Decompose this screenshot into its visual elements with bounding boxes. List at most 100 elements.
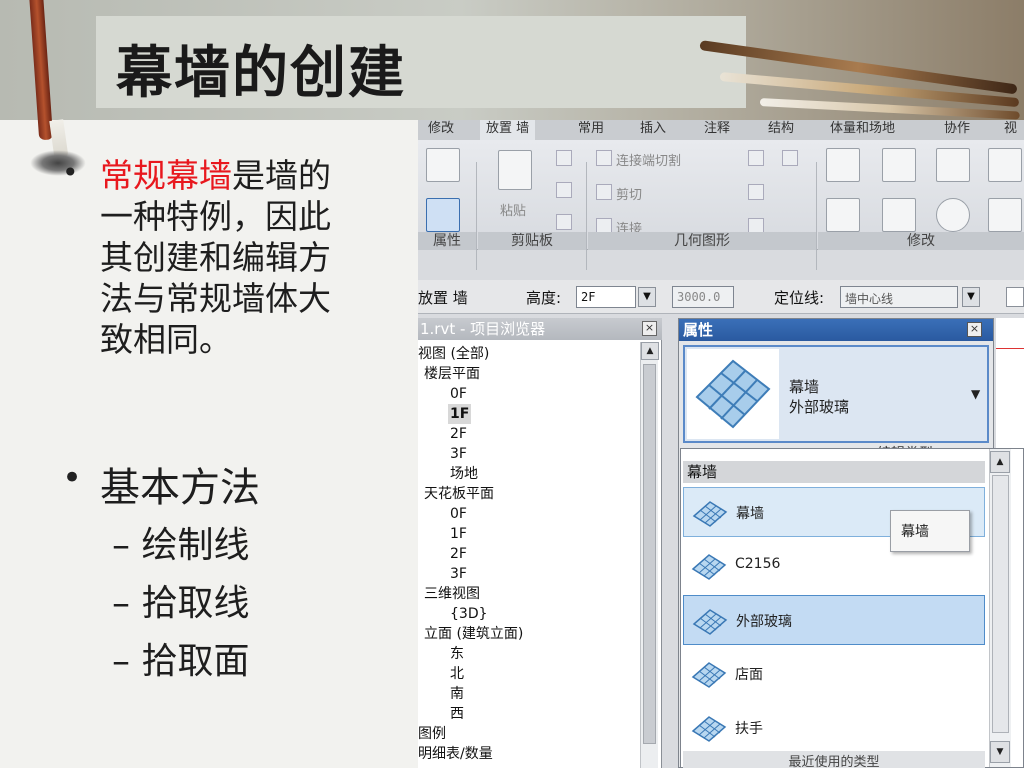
type-label: 外部玻璃 <box>789 398 850 416</box>
options-bar: 放置 墙 高度: 2F ▼ 3000.0 定位线: 墙中心线 ▼ <box>418 280 1024 314</box>
tab-view[interactable]: 视 <box>1004 120 1017 140</box>
align-icon[interactable] <box>826 148 860 182</box>
cut-label[interactable]: 剪切 <box>616 184 642 203</box>
close-icon[interactable]: × <box>642 321 657 336</box>
properties-icon[interactable] <box>426 198 460 232</box>
scroll-down-icon[interactable]: ▼ <box>990 741 1010 763</box>
cut-geometry-icon[interactable] <box>596 184 612 200</box>
scroll-thumb[interactable] <box>992 475 1009 733</box>
tree-node[interactable]: 3F <box>450 444 467 464</box>
tab-structure[interactable]: 结构 <box>768 120 794 140</box>
tab-collaborate[interactable]: 协作 <box>944 120 970 140</box>
type-dropdown-list: 幕墙 幕墙 C2156 外部玻璃 店面 扶手 最近使用的类型 ▲ ▼ <box>680 448 1024 768</box>
revit-screenshot: 修改 放置 墙 常用 插入 注释 结构 体量和场地 协作 视 粘贴 连接端切割 … <box>418 120 1024 768</box>
curtain-wall-icon <box>691 662 727 688</box>
join-cut-label[interactable]: 连接端切割 <box>616 150 681 169</box>
dropdown-group-header: 幕墙 <box>683 461 985 483</box>
curtain-wall-icon <box>692 609 728 635</box>
tab-home[interactable]: 常用 <box>578 120 604 140</box>
location-line-select[interactable]: 墙中心线 <box>840 286 958 308</box>
tree-node[interactable]: 明细表/数量 <box>418 744 493 764</box>
tab-place-wall[interactable]: 放置 墙 <box>480 120 536 140</box>
tree-node[interactable]: {3D} <box>450 604 488 624</box>
geometry-tool-icon[interactable] <box>748 184 764 200</box>
tree-node[interactable]: 立面 (建筑立面) <box>424 624 523 644</box>
dropdown-item-label: 店面 <box>735 667 763 683</box>
type-properties-icon[interactable] <box>426 148 460 182</box>
family-name: 幕墙 <box>789 378 820 396</box>
curtain-wall-icon <box>692 501 728 527</box>
tree-node[interactable]: 3F <box>450 564 467 584</box>
rotate-icon[interactable] <box>936 198 970 232</box>
project-browser: 1.rvt - 项目浏览器 × 视图 (全部) 楼层平面 0F 1F 2F 3F… <box>418 318 662 768</box>
scroll-thumb[interactable] <box>643 364 656 744</box>
trim-icon[interactable] <box>988 198 1022 232</box>
dropdown-item-label: C2156 <box>735 556 781 572</box>
type-selector[interactable]: 幕墙 外部玻璃 ▼ <box>683 345 989 443</box>
height-select[interactable]: 2F <box>576 286 636 308</box>
copy-element-icon[interactable] <box>882 198 916 232</box>
dropdown-item[interactable]: 扶手 <box>683 703 985 749</box>
close-icon[interactable]: × <box>967 322 982 337</box>
project-browser-scrollbar[interactable]: ▲ <box>640 342 659 768</box>
tree-node[interactable]: 图例 <box>418 724 446 744</box>
chevron-down-icon[interactable]: ▼ <box>962 287 980 307</box>
tab-insert[interactable]: 插入 <box>640 120 666 140</box>
tree-node[interactable]: 北 <box>450 664 464 684</box>
tree-node[interactable]: 2F <box>450 544 467 564</box>
tab-annotate[interactable]: 注释 <box>704 120 730 140</box>
bullet-basic-methods: 基本方法 <box>100 465 260 511</box>
copy-icon[interactable] <box>556 182 572 198</box>
tab-modify[interactable]: 修改 <box>428 120 454 140</box>
tree-node[interactable]: 场地 <box>450 464 478 484</box>
scroll-up-icon[interactable]: ▲ <box>990 451 1010 473</box>
geometry-tool-icon[interactable] <box>748 150 764 166</box>
tree-node[interactable]: 视图 (全部) <box>418 344 489 364</box>
slide-title: 幕墙的创建 <box>116 41 406 106</box>
chevron-down-icon[interactable]: ▼ <box>638 287 656 307</box>
red-line <box>996 348 1024 349</box>
tree-node[interactable]: 东 <box>450 644 464 664</box>
sub-item-pick-line: – 拾取线 <box>112 583 250 624</box>
paste-icon[interactable] <box>498 150 532 190</box>
scroll-up-icon[interactable]: ▲ <box>641 342 659 360</box>
curtain-wall-icon <box>691 554 727 580</box>
tree-node[interactable]: 0F <box>450 504 467 524</box>
tree-node[interactable]: 2F <box>450 424 467 444</box>
dropdown-item-label: 扶手 <box>735 721 763 737</box>
location-line-label: 定位线: <box>774 289 825 307</box>
tab-massing-site[interactable]: 体量和场地 <box>830 120 895 140</box>
curtain-wall-thumbnail-icon <box>687 349 779 439</box>
tree-node[interactable]: 南 <box>450 684 464 704</box>
offset-icon[interactable] <box>882 148 916 182</box>
highlight-text: 常规幕墙 <box>100 156 232 195</box>
tree-node[interactable]: 0F <box>450 384 467 404</box>
match-type-icon[interactable] <box>556 214 572 230</box>
tree-node[interactable]: 楼层平面 <box>424 364 480 384</box>
dropdown-item-label: 外部玻璃 <box>736 614 792 630</box>
mirror-icon[interactable] <box>936 148 970 182</box>
bullet-curtain-wall-intro: 常规幕墙是墙的一种特例，因此其创建和编辑方法与常规墙体大致相同。 <box>100 155 350 360</box>
mirror-draw-icon[interactable] <box>988 148 1022 182</box>
chevron-down-icon[interactable]: ▼ <box>971 387 980 401</box>
sub-item-draw-line: – 绘制线 <box>112 525 250 566</box>
dropdown-item-selected[interactable]: 外部玻璃 <box>683 595 985 645</box>
tree-node[interactable]: 三维视图 <box>424 584 480 604</box>
ribbon-tabs: 修改 放置 墙 常用 插入 注释 结构 体量和场地 协作 视 <box>418 120 1024 140</box>
geometry-tool-icon[interactable] <box>782 150 798 166</box>
cut-clipboard-icon[interactable] <box>556 150 572 166</box>
properties-title: 属性 <box>679 319 993 341</box>
panel-properties-label: 属性 <box>418 232 476 250</box>
join-cut-icon[interactable] <box>596 150 612 166</box>
height-value-field[interactable]: 3000.0 <box>672 286 734 308</box>
tree-node[interactable]: 西 <box>450 704 464 724</box>
dropdown-scrollbar[interactable]: ▲ ▼ <box>989 449 1011 767</box>
tree-node-selected[interactable]: 1F <box>448 404 472 424</box>
move-icon[interactable] <box>826 198 860 232</box>
divider <box>586 162 587 270</box>
dropdown-item[interactable]: 店面 <box>683 649 985 699</box>
chain-checkbox[interactable] <box>1006 287 1024 307</box>
tree-node[interactable]: 天花板平面 <box>424 484 494 504</box>
recent-types-label: 最近使用的类型 <box>683 751 985 768</box>
tree-node[interactable]: 1F <box>450 524 467 544</box>
